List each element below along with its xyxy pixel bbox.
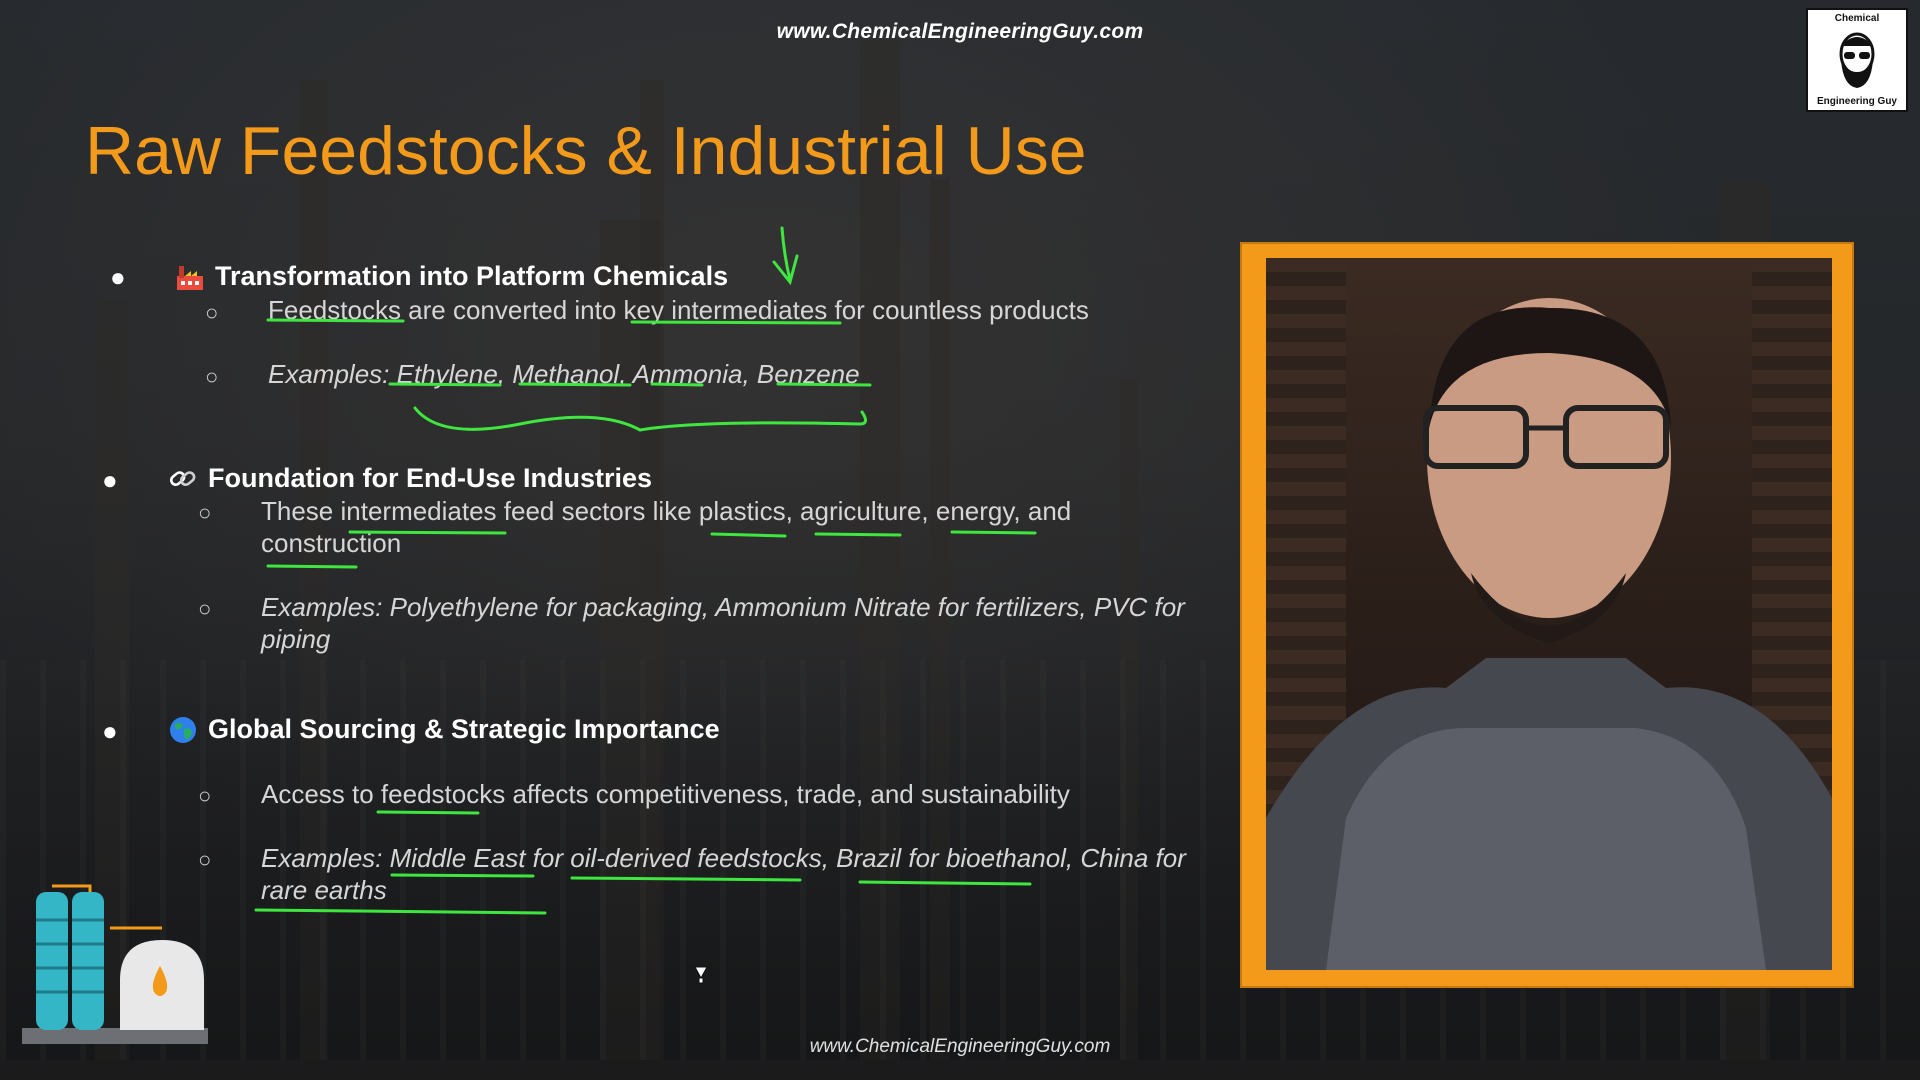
sub-bullet: ○	[205, 364, 219, 389]
sub-bullet: ○	[198, 783, 212, 808]
bullet-dot: ●	[102, 465, 118, 495]
section-heading-global-sourcing: Global Sourcing & Strategic Importance	[168, 714, 720, 745]
section-heading-text: Foundation for End-Use Industries	[208, 463, 652, 493]
top-website-url: www.ChemicalEngineeringGuy.com	[776, 20, 1144, 43]
sub-bullet: ○	[198, 500, 212, 525]
link-icon	[169, 470, 196, 486]
logo-top-text: Chemical	[1834, 13, 1880, 24]
section-heading-text: Global Sourcing & Strategic Importance	[208, 714, 720, 744]
bottom-bar	[0, 1060, 1920, 1080]
factory-icon	[177, 265, 203, 290]
logo-bottom-text: Engineering Guy	[1816, 96, 1897, 107]
presenter-video	[1266, 258, 1832, 970]
section-heading-platform-chemicals: Transformation into Platform Chemicals	[175, 261, 728, 292]
mouse-cursor-icon	[694, 966, 708, 984]
slide-title: Raw Feedstocks & Industrial Use	[85, 113, 1087, 189]
channel-logo: Chemical Engineering Guy	[1806, 8, 1908, 112]
section-heading-end-use: Foundation for End-Use Industries	[168, 463, 652, 494]
section-point-examples: Examples: Polyethylene for packaging, Am…	[261, 592, 1185, 654]
bullet-dot: ●	[102, 716, 118, 746]
bullet-dot: ●	[110, 262, 126, 292]
bearded-man-icon	[1839, 32, 1875, 88]
section-point: Access to feedstocks affects competitive…	[261, 779, 1070, 809]
section-point: These intermediates feed sectors like pl…	[261, 496, 1072, 558]
bottom-website-url: www.ChemicalEngineeringGuy.com	[809, 1036, 1111, 1057]
sub-bullet: ○	[198, 847, 212, 872]
section-point-examples: Examples: Middle East for oil-derived fe…	[261, 843, 1186, 905]
sub-bullet: ○	[205, 300, 219, 325]
section-point: Feedstocks are converted into key interm…	[268, 295, 1089, 325]
sub-bullet: ○	[198, 596, 212, 621]
presenter-silhouette	[1266, 298, 1832, 970]
section-heading-text: Transformation into Platform Chemicals	[215, 261, 729, 291]
presenter-video-frame	[1240, 242, 1854, 988]
globe-icon	[170, 716, 196, 743]
storage-tank-icon	[22, 884, 208, 1044]
section-point-examples: Examples: Ethylene, Methanol, Ammonia, B…	[268, 359, 860, 389]
